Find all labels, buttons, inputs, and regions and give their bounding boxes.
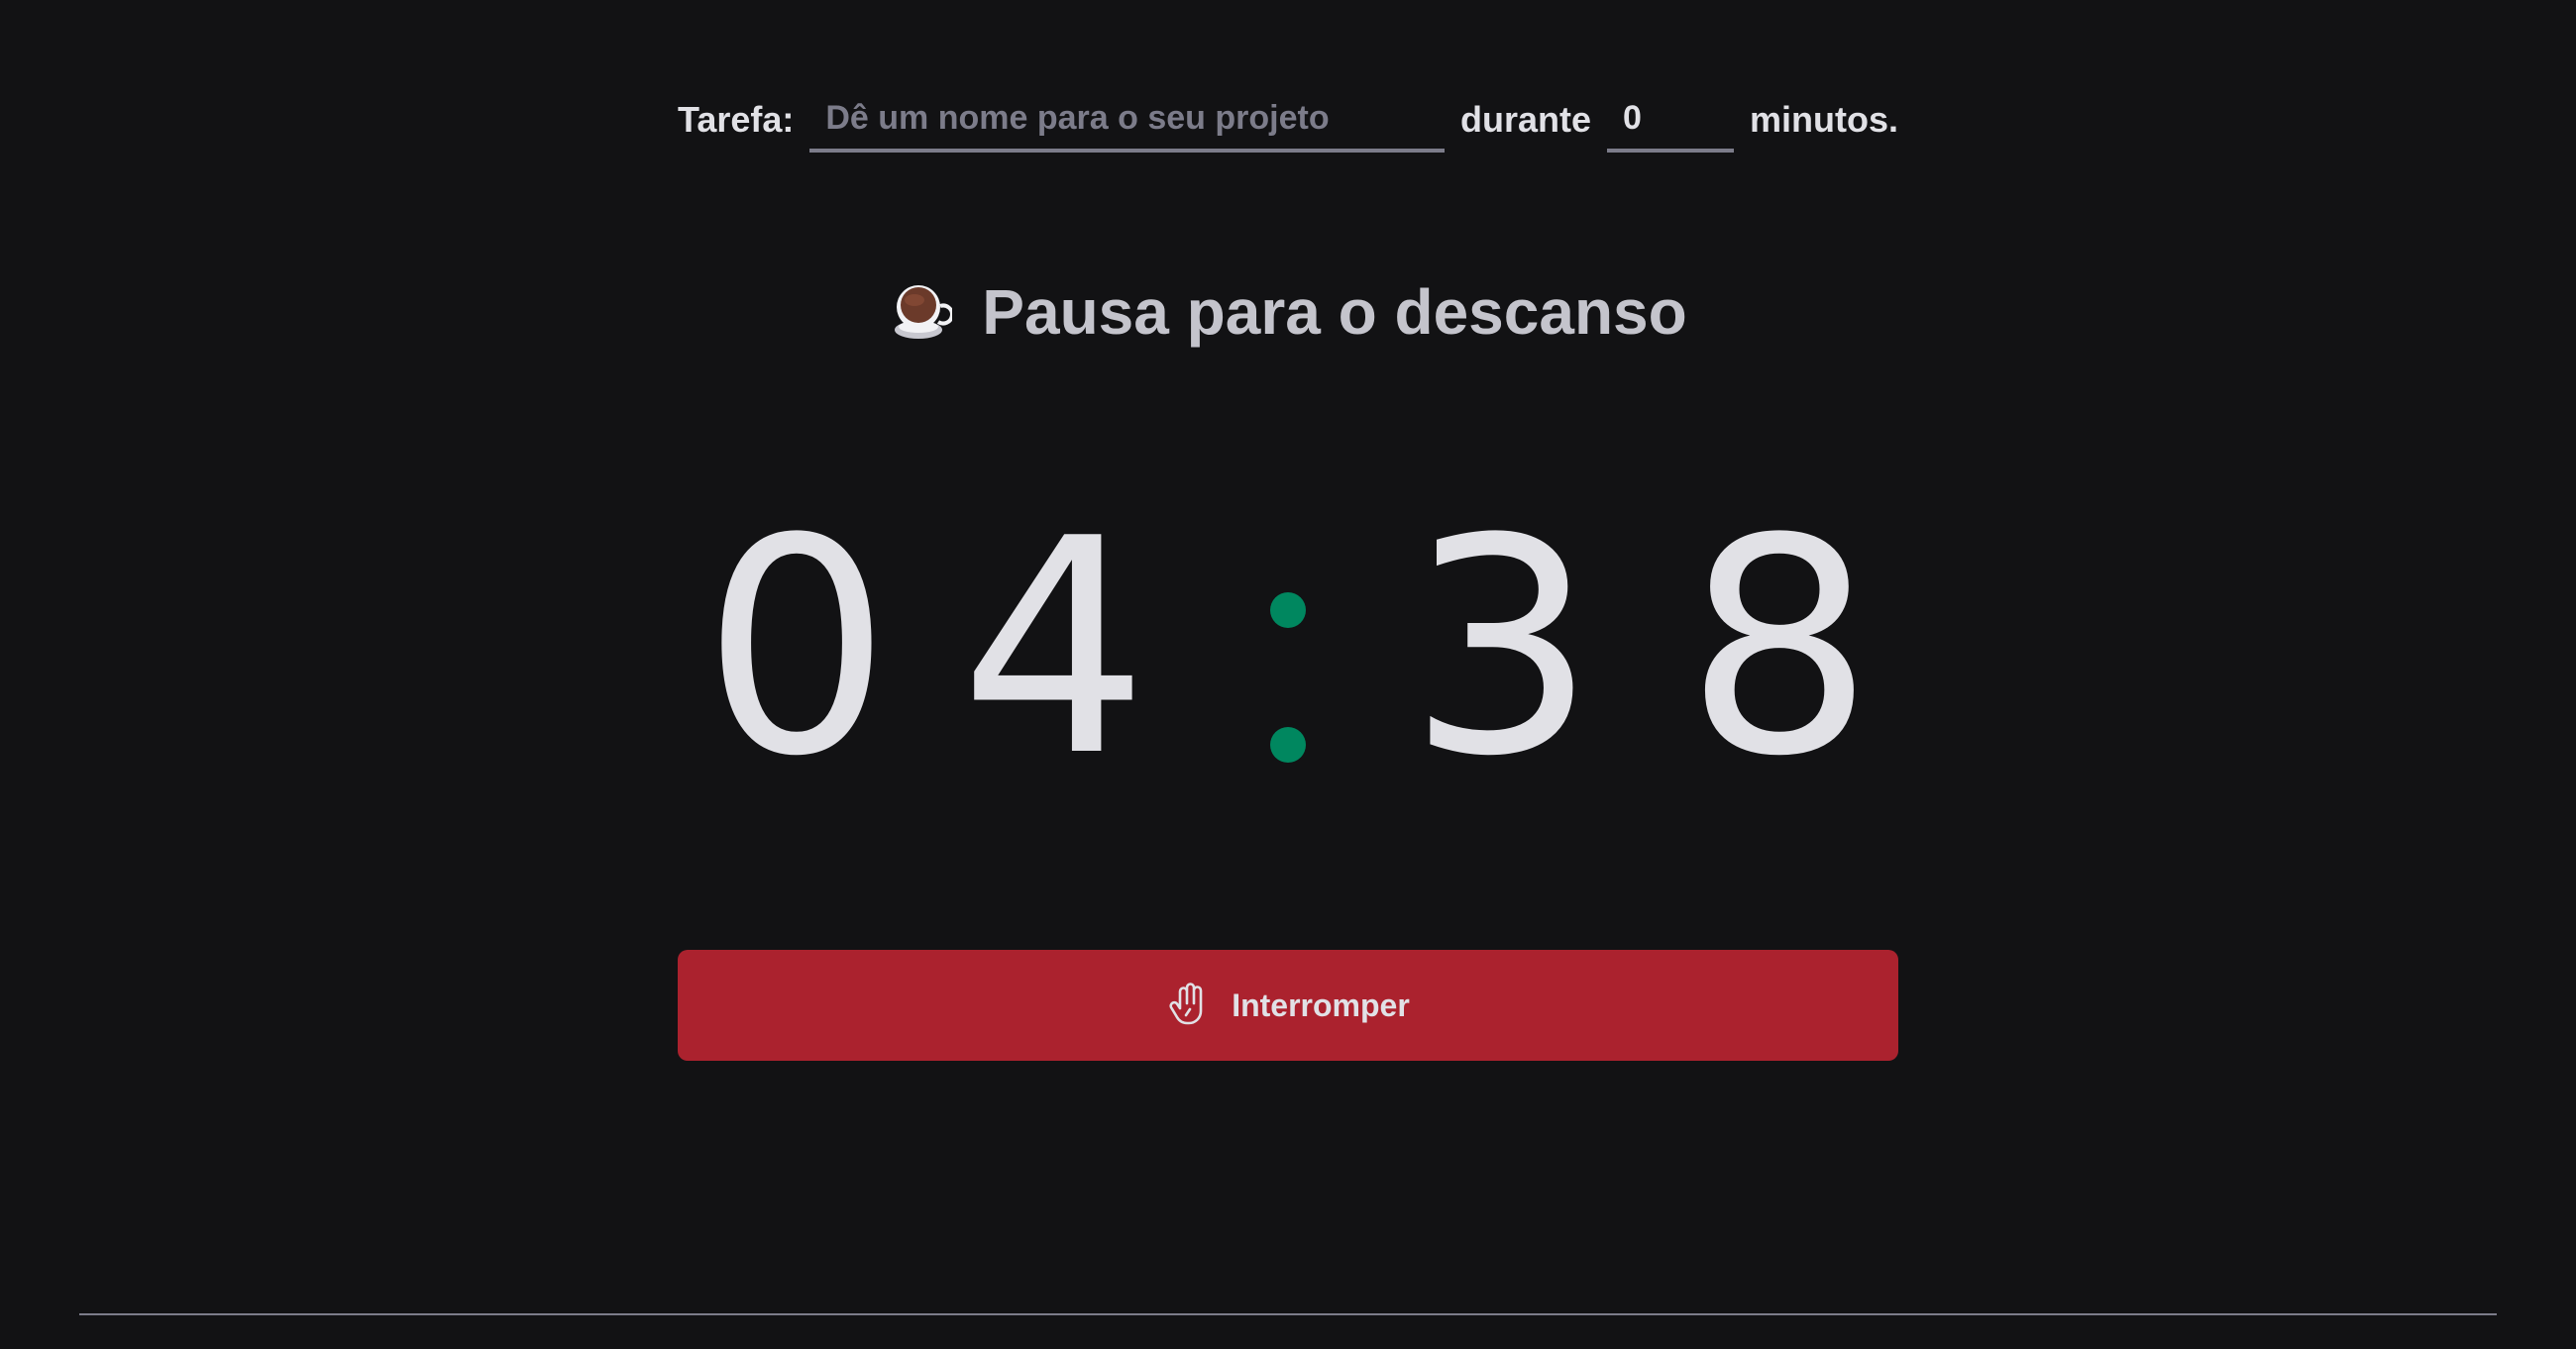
task-form: Tarefa: durante minutos. <box>678 85 1898 155</box>
countdown-seconds-ones: 8 <box>1684 475 1875 821</box>
stop-countdown-button[interactable]: Interromper <box>678 950 1898 1061</box>
countdown-display: 0 4 3 8 <box>678 485 1898 812</box>
cycle-status-text: Pausa para o descanso <box>982 276 1687 348</box>
countdown-minutes-tens: 0 <box>701 475 892 821</box>
during-label: durante <box>1459 99 1591 140</box>
cycle-status-heading: Pausa para o descanso <box>0 267 2576 357</box>
minutes-amount-input[interactable] <box>1607 87 1734 153</box>
countdown-minutes-ones: 4 <box>959 475 1149 821</box>
countdown-separator <box>1248 485 1328 812</box>
minutes-label: minutos. <box>1750 99 1898 140</box>
task-label: Tarefa: <box>678 99 795 140</box>
hand-palm-icon <box>1169 983 1203 1025</box>
coffee-cup-icon <box>895 285 953 339</box>
footer-divider <box>79 1313 2497 1315</box>
separator-dot-top <box>1270 592 1306 628</box>
separator-dot-bottom <box>1270 727 1306 763</box>
countdown-seconds-tens: 3 <box>1407 475 1597 821</box>
task-name-input[interactable] <box>809 87 1445 153</box>
stop-button-label: Interromper <box>1232 986 1410 1023</box>
